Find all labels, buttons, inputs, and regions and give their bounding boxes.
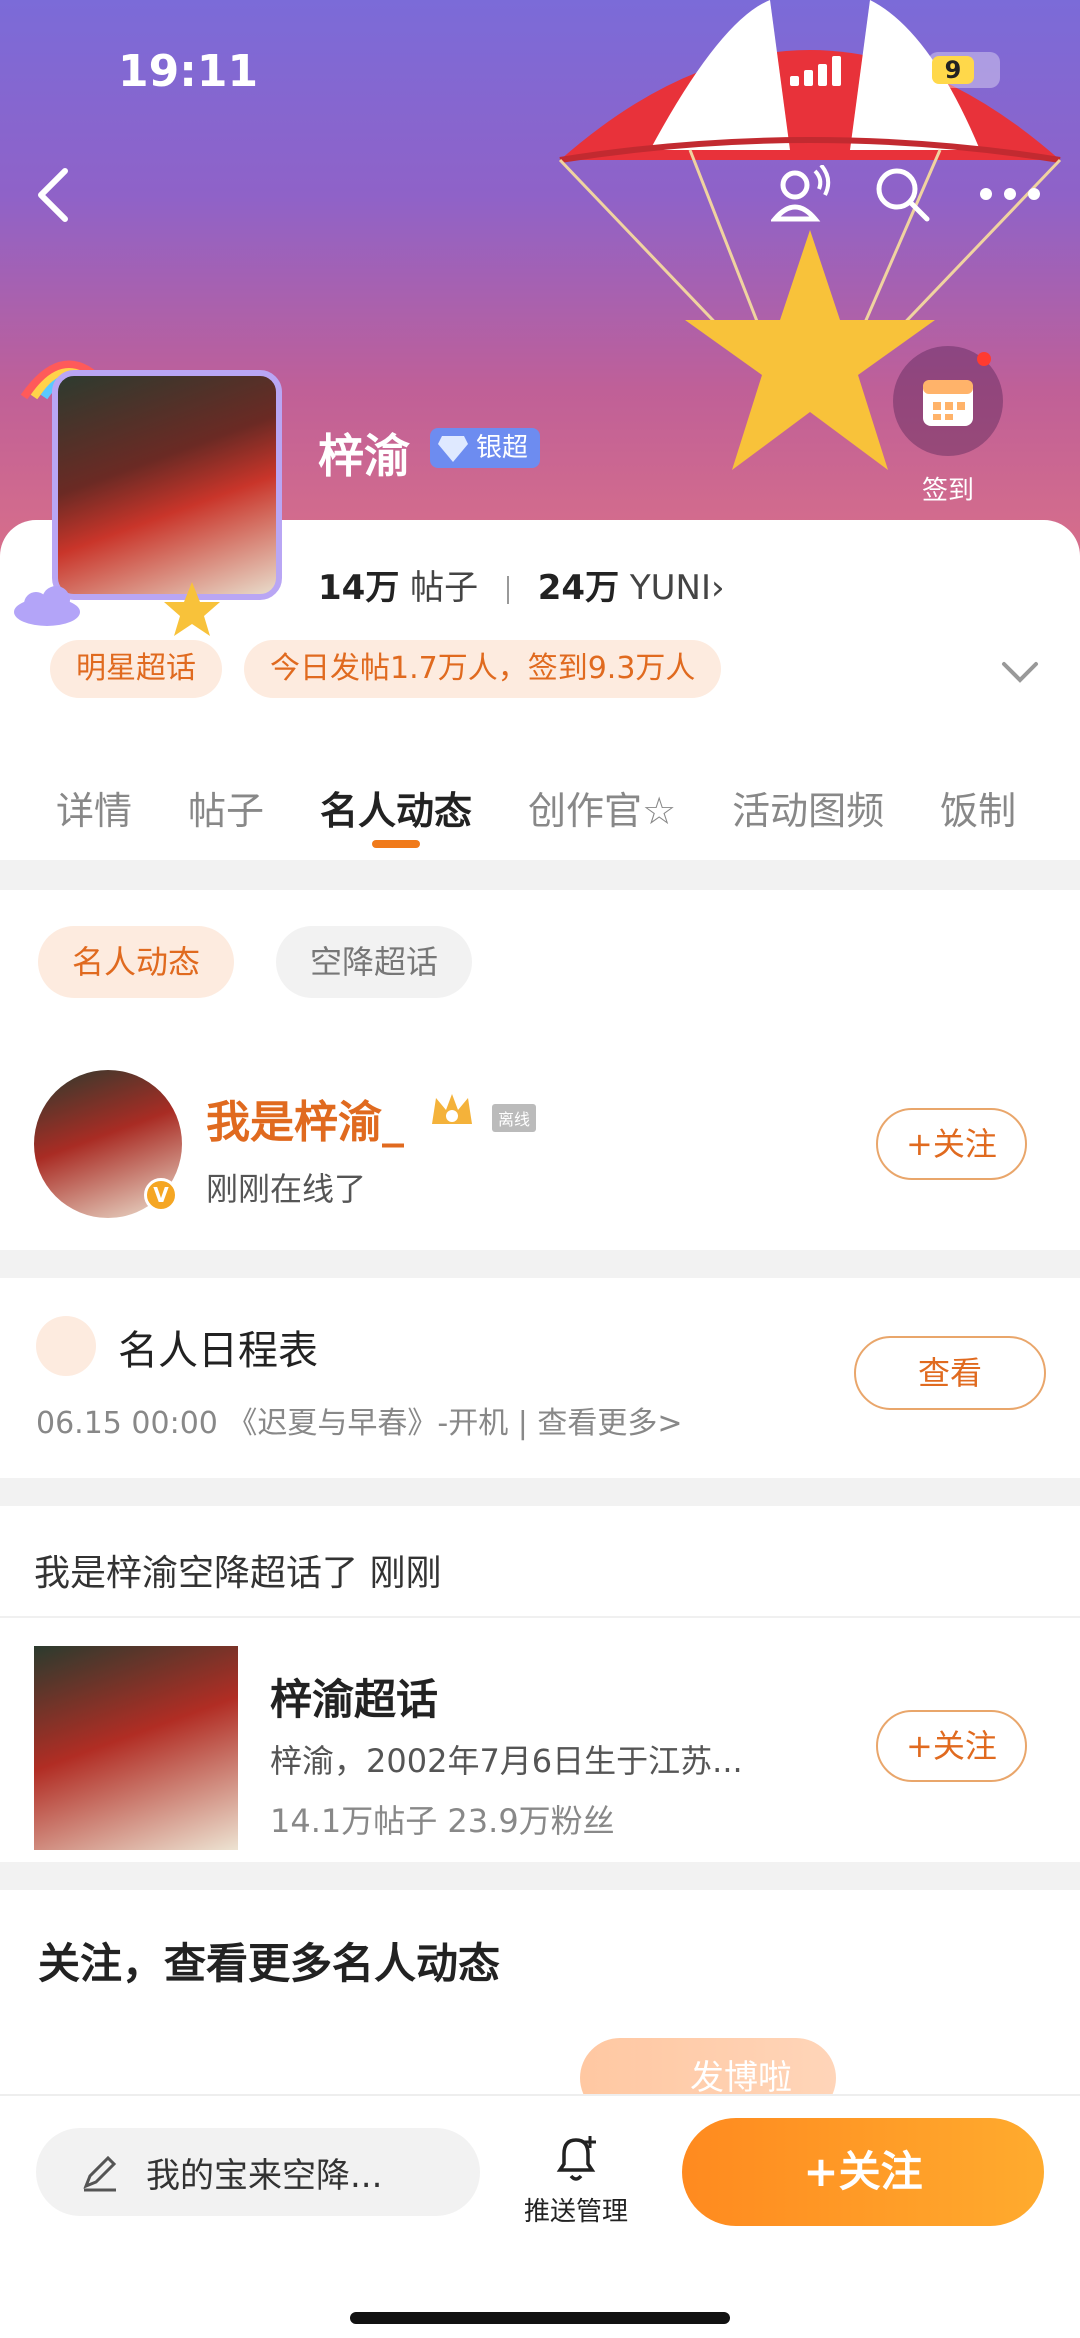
status-time: 19:11 xyxy=(118,46,259,97)
pencil-icon xyxy=(83,2155,117,2192)
fans-count: 24万 xyxy=(537,568,620,608)
bell-plus-icon xyxy=(556,2136,596,2181)
profile-stats: 14万 帖子 24万 YUNI› xyxy=(318,560,725,609)
calendar-icon xyxy=(923,380,973,426)
follow-super-topic-button[interactable]: +关注 xyxy=(876,1710,1027,1782)
airdrop-message: 我是梓渝空降超话了 刚刚 xyxy=(34,1553,442,1594)
notification-dot xyxy=(977,352,991,366)
battery-icon: 9 xyxy=(928,52,1000,88)
verified-icon: V xyxy=(144,1178,178,1212)
schedule-section: 名人日程表 06.15 00:00 《迟夏与早春》-开机 | 查看更多> 查看 xyxy=(0,1278,1080,1478)
fans-link[interactable]: YUNI› xyxy=(630,568,725,608)
filter-celebrity-updates[interactable]: 名人动态 xyxy=(38,926,235,998)
divider xyxy=(0,1616,1080,1618)
profile-avatar[interactable] xyxy=(14,350,312,640)
home-indicator xyxy=(350,2312,730,2324)
more-icon xyxy=(980,188,1040,200)
profile-name: 梓渝 xyxy=(318,429,410,483)
search-icon xyxy=(876,168,930,222)
crown-icon xyxy=(432,1094,472,1124)
chip-activity[interactable]: 今日发帖1.7万人，签到9.3万人 xyxy=(244,640,722,698)
offline-tag: 离线 xyxy=(492,1104,537,1132)
checkin-label: 签到 xyxy=(921,476,974,506)
chevron-down-icon[interactable] xyxy=(1000,660,1040,684)
celebrity-section: 名人动态 空降超话 V 我是梓渝_ 离线 刚刚在线了 +关注 xyxy=(0,890,1080,1250)
more-button[interactable] xyxy=(976,166,1044,222)
chevron-left-icon xyxy=(38,168,68,222)
silver-badge: 银超 xyxy=(430,428,541,468)
tab-posts[interactable]: 帖子 xyxy=(188,780,264,860)
view-schedule-button[interactable]: 查看 xyxy=(854,1336,1046,1410)
push-management-button[interactable]: 推送管理 xyxy=(516,2132,636,2228)
calendar-badge xyxy=(893,346,1003,456)
schedule-icon xyxy=(36,1316,96,1376)
search-button[interactable] xyxy=(870,162,934,226)
star-icon xyxy=(164,582,220,636)
schedule-title: 名人日程表 xyxy=(118,1328,318,1374)
super-topic-cover[interactable] xyxy=(34,1646,238,1850)
composer-text: 我的宝来空降... xyxy=(146,2155,383,2196)
tab-celebrity-updates[interactable]: 名人动态 xyxy=(320,780,472,860)
follow-celebrity-button[interactable]: +关注 xyxy=(876,1108,1027,1180)
stats-divider xyxy=(506,575,509,604)
back-button[interactable] xyxy=(24,160,80,230)
more-updates-title: 关注，查看更多名人动态 xyxy=(38,1939,501,1988)
network-type: 4G xyxy=(860,48,912,88)
user-broadcast-icon xyxy=(771,165,831,222)
super-topic-stats: 14.1万帖子 23.9万粉丝 xyxy=(270,1802,615,1840)
star-outline-icon: ☆ xyxy=(642,789,677,833)
checkin-button[interactable]: 签到 xyxy=(888,346,1008,507)
push-label: 推送管理 xyxy=(523,2197,628,2227)
follow-button[interactable]: +关注 xyxy=(682,2118,1044,2226)
tab-fan-made[interactable]: 饭制 xyxy=(940,780,1016,860)
topic-chips: 明星超话 今日发帖1.7万人，签到9.3万人 xyxy=(50,640,722,698)
posts-count: 14万 xyxy=(318,568,400,608)
tab-activity-media[interactable]: 活动图频 xyxy=(732,780,884,860)
filter-airdrop[interactable]: 空降超话 xyxy=(276,926,473,998)
tab-creator-label: 创作官 xyxy=(528,789,643,833)
chip-category[interactable]: 明星超话 xyxy=(50,640,222,698)
super-topic-desc: 梓渝，2002年7月6日生于江苏... xyxy=(270,1742,743,1780)
tab-creator[interactable]: 创作官☆ xyxy=(528,780,676,860)
tab-details[interactable]: 详情 xyxy=(56,780,132,860)
airdrop-section: 我是梓渝空降超话了 刚刚 梓渝超话 梓渝，2002年7月6日生于江苏... 14… xyxy=(0,1506,1080,1862)
super-topic-page: 19:11 4G 9 签到 梓渝 银超 14万 帖子 24万 YUNI› 明星超… xyxy=(0,0,1080,2338)
avatar-photo xyxy=(52,370,282,600)
fans-label: YUNI xyxy=(629,568,712,608)
battery-level: 9 xyxy=(932,56,974,84)
celebrity-name[interactable]: 我是梓渝_ xyxy=(206,1086,404,1150)
status-bar: 19:11 4G 9 xyxy=(0,40,1080,100)
posts-label: 帖子 xyxy=(410,568,479,608)
tab-bar: 详情 帖子 名人动态 创作官☆ 活动图频 饭制 xyxy=(0,780,1080,860)
schedule-entry[interactable]: 06.15 00:00 《迟夏与早春》-开机 | 查看更多> xyxy=(36,1398,683,1442)
composer-input[interactable]: 我的宝来空降... xyxy=(36,2128,480,2216)
broadcast-button[interactable] xyxy=(770,162,834,226)
super-topic-name[interactable]: 梓渝超话 xyxy=(270,1666,438,1727)
diamond-icon xyxy=(438,436,468,462)
celebrity-avatar[interactable]: V xyxy=(34,1070,182,1218)
silver-badge-label: 银超 xyxy=(476,433,529,463)
celebrity-status: 刚刚在线了 xyxy=(206,1170,367,1208)
cloud-icon xyxy=(14,586,80,626)
bottom-bar: 我的宝来空降... 推送管理 +关注 xyxy=(0,2094,1080,2338)
signal-icon xyxy=(790,56,841,86)
